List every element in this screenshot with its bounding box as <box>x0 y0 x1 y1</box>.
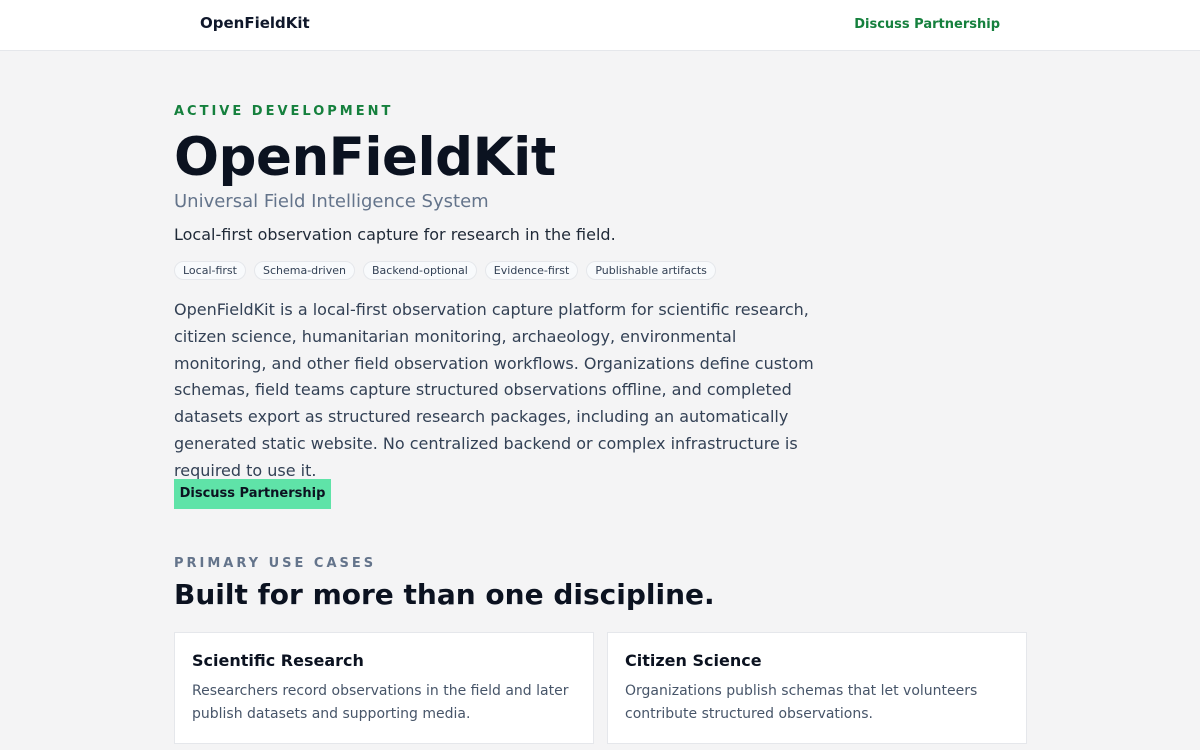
use-cases-eyebrow: PRIMARY USE CASES <box>174 556 377 571</box>
hero-subtitle: Universal Field Intelligence System <box>174 191 489 212</box>
use-case-card-body: Organizations publish schemas that let v… <box>625 683 978 722</box>
use-case-card-scientific-research: Scientific Research Researchers record o… <box>174 632 594 744</box>
feature-tag: Publishable artifacts <box>586 261 716 280</box>
status-eyebrow: ACTIVE DEVELOPMENT <box>174 104 394 119</box>
use-case-card-title: Scientific Research <box>192 651 364 670</box>
use-case-card-title: Citizen Science <box>625 651 762 670</box>
feature-tag: Backend-optional <box>363 261 477 280</box>
brand-logo-link[interactable]: OpenFieldKit <box>200 14 310 32</box>
top-navigation-bar: OpenFieldKit Discuss Partnership <box>0 0 1200 51</box>
hero-title: OpenFieldKit <box>174 127 556 188</box>
discuss-partnership-nav-link[interactable]: Discuss Partnership <box>854 17 1000 32</box>
discuss-partnership-button[interactable]: Discuss Partnership <box>174 479 331 509</box>
feature-tag: Evidence-first <box>484 261 579 280</box>
feature-tag: Local-first <box>174 261 246 280</box>
use-cases-title: Built for more than one discipline. <box>174 578 715 611</box>
hero-description: OpenFieldKit is a local-first observatio… <box>174 300 814 480</box>
feature-tag: Schema-driven <box>253 261 355 280</box>
feature-tag-list: Local-first Schema-driven Backend-option… <box>174 261 716 280</box>
use-case-card-body: Researchers record observations in the f… <box>192 683 569 722</box>
hero-tagline: Local-first observation capture for rese… <box>174 225 616 244</box>
use-case-card-citizen-science: Citizen Science Organizations publish sc… <box>607 632 1027 744</box>
